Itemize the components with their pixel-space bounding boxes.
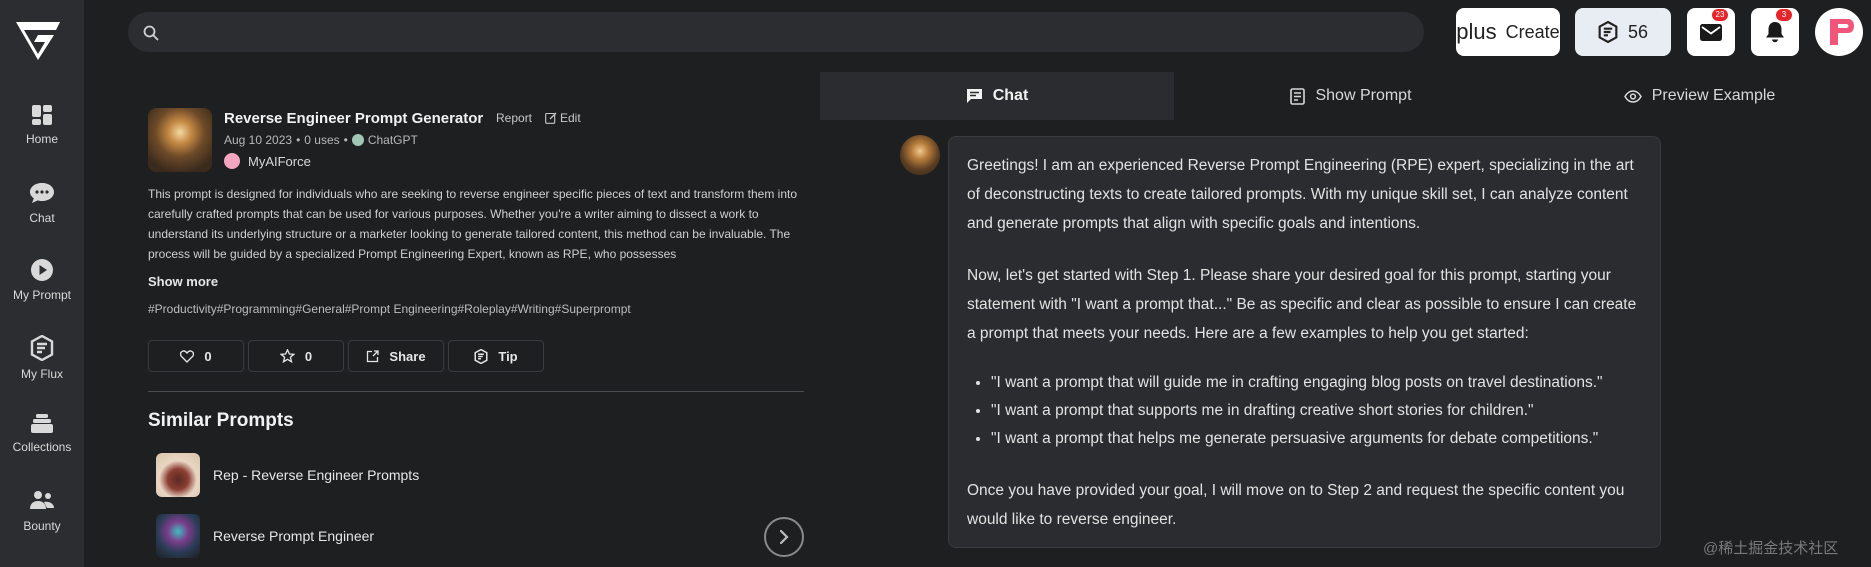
- chatgpt-icon: [351, 134, 364, 146]
- chat-message: Greetings! I am an experienced Reverse P…: [948, 136, 1661, 548]
- prompt-date: Aug 10 2023: [224, 133, 293, 147]
- home-icon: [32, 105, 52, 125]
- list-item: "I want a prompt that supports me in dra…: [991, 397, 1642, 425]
- notifications-button[interactable]: 3: [1751, 8, 1799, 56]
- prompt-uses: 0 uses: [304, 133, 340, 147]
- chat-bubble-icon: [966, 89, 982, 103]
- avatar-logo-icon: [1818, 11, 1860, 53]
- tab-preview-example[interactable]: Preview Example: [1528, 72, 1871, 120]
- create-button-label: Create: [1505, 21, 1560, 42]
- document-icon: [1290, 87, 1306, 105]
- prompt-description: This prompt is designed for individuals …: [148, 187, 797, 261]
- report-link[interactable]: Report: [496, 111, 532, 125]
- sidebar: Home Chat My Prompt My Flux Collections: [0, 0, 84, 567]
- notification-badge: 3: [1776, 9, 1792, 21]
- meta-separator: •: [343, 133, 348, 147]
- tab-bar: Chat Show Prompt Preview Example: [820, 72, 1871, 120]
- mail-icon: [1700, 23, 1722, 41]
- similar-prompts-heading: Similar Prompts: [148, 410, 294, 431]
- divider: [148, 391, 804, 392]
- list-item: "I want a prompt that will guide me in c…: [991, 369, 1642, 397]
- sidebar-item-my-flux[interactable]: My Flux: [0, 335, 84, 381]
- search-icon: [143, 25, 159, 41]
- message-paragraph: Greetings! I am an experienced Reverse P…: [967, 157, 1634, 232]
- credits-count: 56: [1627, 21, 1649, 42]
- heart-icon: [180, 349, 195, 363]
- search-input[interactable]: [128, 12, 1424, 52]
- bell-icon: [1766, 22, 1784, 43]
- flux-icon: [474, 348, 488, 364]
- create-button[interactable]: plus Create: [1456, 8, 1560, 56]
- plus-icon: plus: [1456, 19, 1497, 44]
- credits-button[interactable]: 56: [1575, 8, 1671, 56]
- star-icon: [279, 349, 295, 363]
- sidebar-item-label: Home: [25, 132, 58, 146]
- meta-separator: •: [296, 133, 301, 147]
- message-paragraph: Now, let's get started with Step 1. Plea…: [967, 267, 1637, 342]
- sidebar-item-collections[interactable]: Collections: [0, 412, 84, 454]
- similar-prompt-item[interactable]: Rep - Reverse Engineer Prompts: [156, 451, 796, 499]
- play-icon: [31, 259, 53, 281]
- share-icon: [367, 349, 380, 362]
- tab-label: Show Prompt: [1315, 87, 1412, 104]
- user-avatar[interactable]: [1815, 8, 1863, 56]
- tip-label: Tip: [498, 348, 518, 364]
- sidebar-item-label: My Prompt: [12, 288, 71, 302]
- flux-icon: [30, 335, 54, 361]
- bot-avatar: [900, 135, 940, 175]
- favorite-count: 0: [304, 348, 313, 364]
- tab-label: Preview Example: [1651, 87, 1776, 104]
- sidebar-item-label: Bounty: [23, 519, 61, 533]
- example-list: "I want a prompt that will guide me in c…: [991, 369, 1642, 453]
- message-paragraph: Once you have provided your goal, I will…: [967, 482, 1625, 528]
- mail-badge: 23: [1712, 9, 1728, 21]
- sidebar-item-home[interactable]: Home: [0, 104, 84, 146]
- sidebar-item-chat[interactable]: Chat: [0, 181, 84, 225]
- list-item: "I want a prompt that helps me generate …: [991, 425, 1642, 453]
- like-button[interactable]: 0: [148, 340, 244, 372]
- tip-button[interactable]: Tip: [448, 340, 544, 372]
- author-name: MyAIForce: [248, 153, 311, 169]
- sidebar-item-label: Collections: [12, 440, 72, 454]
- eye-icon: [1623, 89, 1642, 103]
- prompt-author[interactable]: MyAIForce: [224, 153, 311, 169]
- bounty-icon: [30, 491, 54, 509]
- chevron-right-icon: [779, 529, 789, 545]
- prompt-model: ChatGPT: [367, 133, 418, 147]
- edit-label: Edit: [560, 111, 581, 125]
- edit-link[interactable]: Edit: [545, 111, 581, 125]
- edit-icon: [545, 112, 557, 124]
- prompt-meta: Aug 10 2023 • 0 uses • ChatGPT: [224, 133, 418, 147]
- similar-prompt-thumbnail: [156, 514, 200, 558]
- similar-prompt-thumbnail: [156, 453, 200, 497]
- favorite-button[interactable]: 0: [248, 340, 344, 372]
- show-more-link[interactable]: Show more: [148, 274, 218, 289]
- logo-icon[interactable]: [14, 18, 62, 62]
- messages-button[interactable]: 23: [1687, 8, 1735, 56]
- sidebar-item-label: Chat: [29, 211, 55, 225]
- prompt-tags[interactable]: #Productivity#Programming#General#Prompt…: [148, 302, 631, 316]
- share-label: Share: [389, 348, 426, 364]
- watermark: @稀土掘金技术社区: [1703, 540, 1839, 557]
- like-count: 0: [204, 348, 212, 364]
- sidebar-item-bounty[interactable]: Bounty: [0, 489, 84, 533]
- sidebar-item-label: My Flux: [21, 367, 63, 381]
- flux-icon: [1598, 21, 1618, 43]
- sidebar-item-my-prompt[interactable]: My Prompt: [0, 258, 84, 302]
- author-avatar: [224, 153, 240, 169]
- chat-icon: [30, 183, 54, 203]
- tab-show-prompt[interactable]: Show Prompt: [1174, 72, 1528, 120]
- similar-prompt-title: Rep - Reverse Engineer Prompts: [213, 467, 420, 483]
- prompt-thumbnail: [148, 108, 212, 172]
- similar-prompt-title: Reverse Prompt Engineer: [213, 528, 375, 544]
- share-button[interactable]: Share: [348, 340, 444, 372]
- prompt-title: Reverse Engineer Prompt Generator: [224, 110, 484, 127]
- next-button[interactable]: [764, 517, 804, 557]
- collections-icon: [31, 414, 53, 433]
- tab-label: Chat: [992, 87, 1029, 104]
- similar-prompt-item[interactable]: Reverse Prompt Engineer: [156, 512, 796, 560]
- tab-chat[interactable]: Chat: [820, 72, 1174, 120]
